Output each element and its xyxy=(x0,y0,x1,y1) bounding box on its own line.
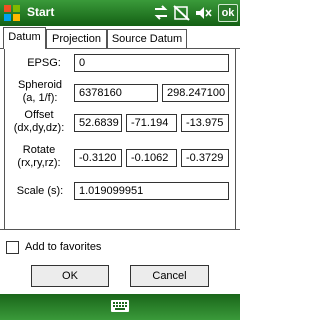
offset-dy-field[interactable]: -71.194 xyxy=(126,114,177,132)
scale-label: Scale (s): xyxy=(16,185,64,197)
volume-icon[interactable] xyxy=(194,4,212,22)
epsg-field[interactable]: 0 xyxy=(74,54,229,72)
favorites-label[interactable]: Add to favorites xyxy=(25,241,101,253)
title-bar: Start ok xyxy=(0,0,240,26)
spheroid-label: Spheroid (a, 1/f): xyxy=(17,79,63,104)
ok-button[interactable]: OK xyxy=(31,265,109,287)
rotate-label: Rotate (rx,ry,rz): xyxy=(17,144,61,169)
rotate-ry-field[interactable]: -0.1062 xyxy=(126,149,177,167)
connectivity-icon[interactable] xyxy=(152,4,170,22)
rotate-rx-field[interactable]: -0.3120 xyxy=(74,149,122,167)
tab-projection[interactable]: Projection xyxy=(46,29,107,49)
tab-bar: Datum Projection Source Datum xyxy=(0,27,240,49)
favorites-checkbox[interactable] xyxy=(6,241,19,254)
title-ok-button[interactable]: ok xyxy=(218,4,238,22)
soft-key-bar xyxy=(0,294,240,320)
tab-datum[interactable]: Datum xyxy=(3,27,46,49)
windows-logo-icon[interactable] xyxy=(3,4,21,22)
keyboard-icon[interactable] xyxy=(110,298,130,314)
spheroid-a-field[interactable]: 6378160 xyxy=(74,84,158,102)
epsg-label: EPSG: xyxy=(27,57,61,69)
scale-field[interactable]: 1.019099951 xyxy=(74,182,229,200)
signal-off-icon[interactable] xyxy=(173,4,191,22)
app-title: Start xyxy=(27,5,55,19)
rotate-rz-field[interactable]: -0.3729 xyxy=(181,149,229,167)
cancel-button[interactable]: Cancel xyxy=(130,265,209,287)
datum-panel: EPSG: 0 Spheroid (a, 1/f): 6378160 298.2… xyxy=(4,49,236,229)
tab-source-datum[interactable]: Source Datum xyxy=(107,29,187,49)
panel-bottom-border xyxy=(0,229,240,230)
offset-dx-field[interactable]: 52.6839 xyxy=(74,114,122,132)
offset-dz-field[interactable]: -13.975 xyxy=(181,114,229,132)
offset-label: Offset (dx,dy,dz): xyxy=(13,109,65,134)
spheroid-f-field[interactable]: 298.247100 xyxy=(162,84,229,102)
